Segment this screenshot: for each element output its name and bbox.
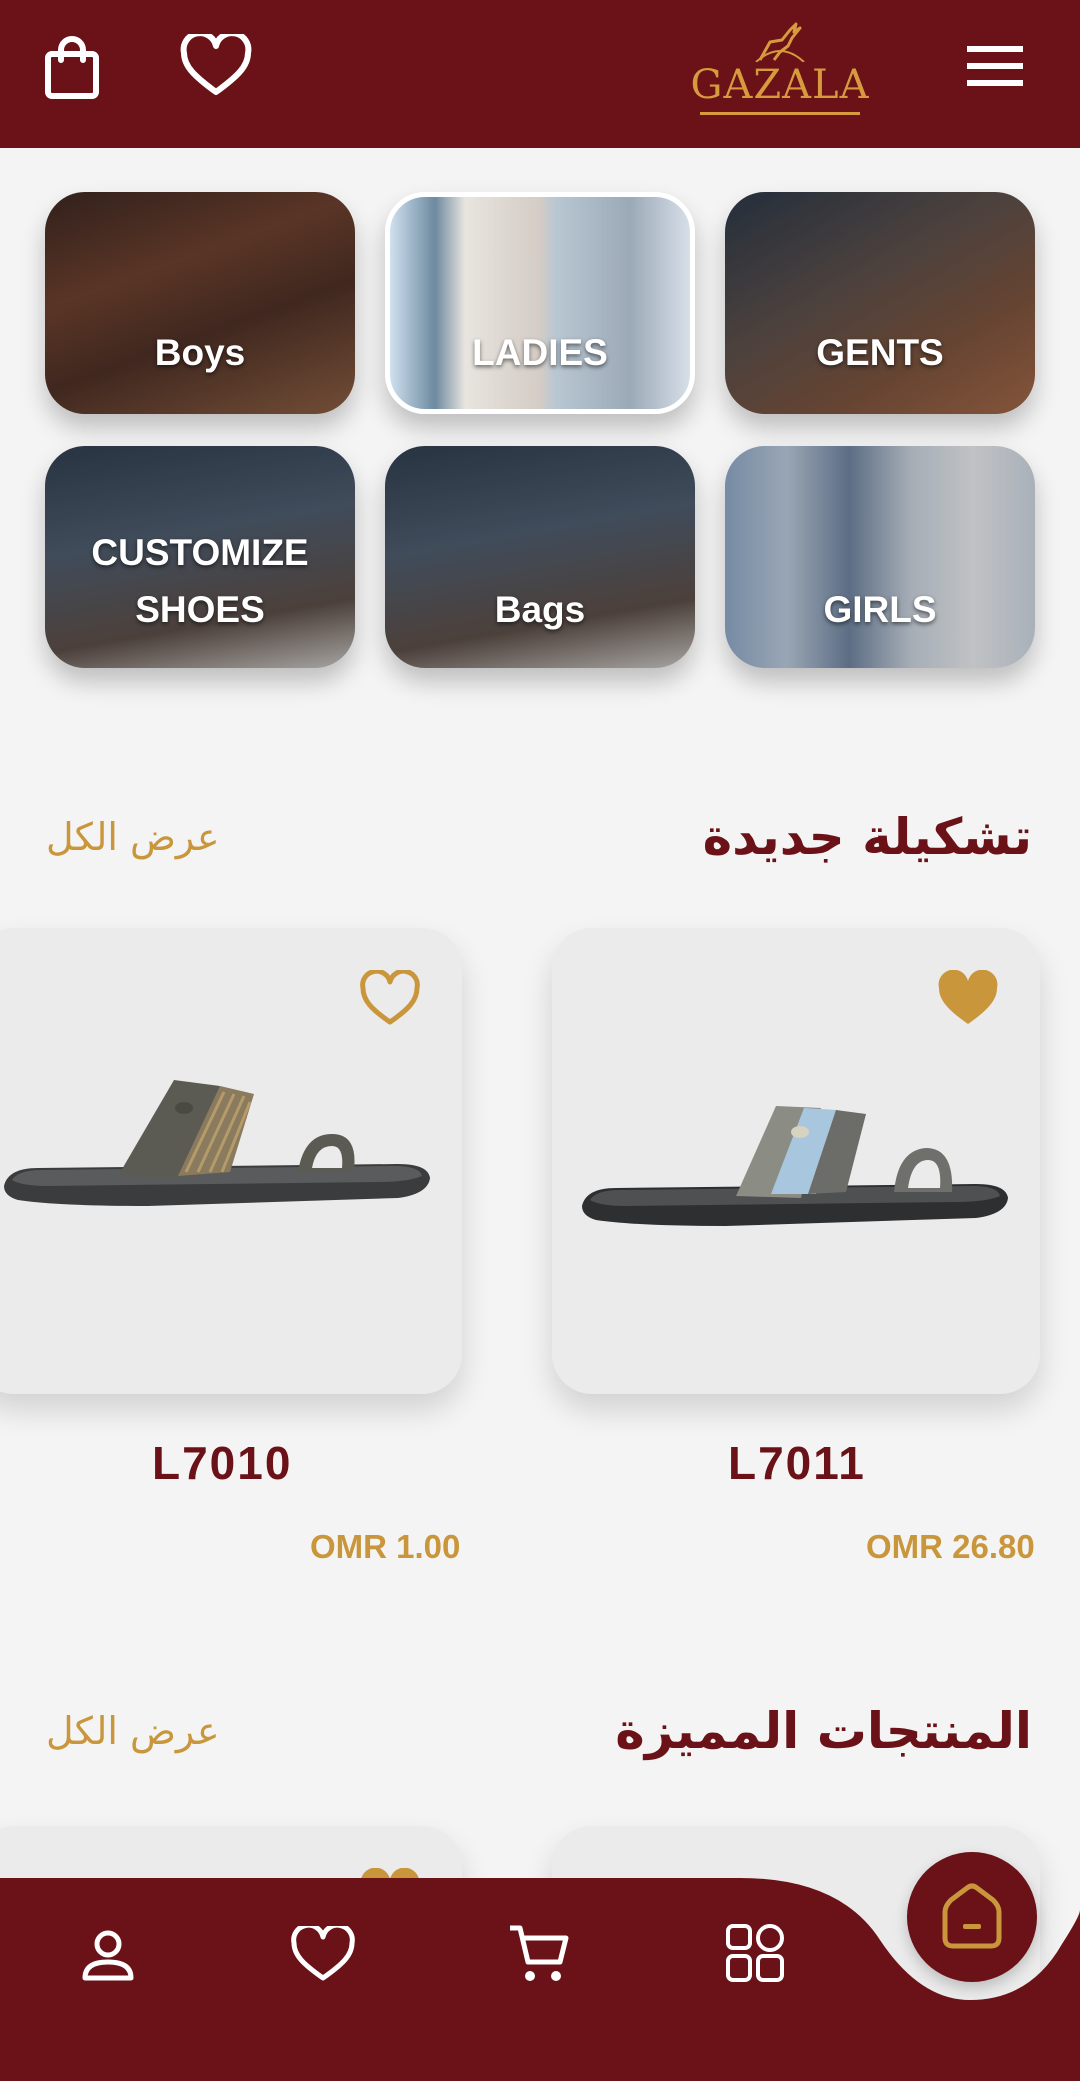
category-girls[interactable]: GIRLS — [725, 446, 1035, 668]
heart-outline-icon[interactable] — [358, 970, 422, 1028]
category-label: Bags — [494, 589, 586, 630]
home-button[interactable] — [907, 1852, 1037, 1982]
hamburger-menu-icon[interactable] — [965, 44, 1025, 88]
category-gents[interactable]: GENTS — [725, 192, 1035, 414]
category-label-line2: SHOES — [135, 589, 265, 630]
account-icon[interactable] — [80, 1928, 136, 1984]
category-label: Boys — [154, 332, 246, 373]
logo-underline — [700, 112, 860, 115]
cart-icon[interactable] — [508, 1924, 570, 1984]
category-label-line1: CUSTOMIZE — [91, 532, 309, 573]
category-bags[interactable]: Bags — [385, 446, 695, 668]
product-price: OMR 26.80 — [866, 1528, 1035, 1565]
shopping-bag-icon[interactable] — [42, 36, 102, 100]
categories-icon[interactable] — [724, 1922, 786, 1984]
heart-icon[interactable] — [180, 34, 252, 98]
product-card-l7010[interactable] — [0, 928, 462, 1394]
new-collection-view-all-link[interactable]: عرض الكل — [46, 815, 220, 859]
logo-text: GAZALA — [690, 62, 870, 108]
home-icon — [942, 1883, 1002, 1949]
category-ladies[interactable]: LADIES — [385, 192, 695, 414]
product-card-l7011[interactable] — [552, 928, 1040, 1394]
product-image — [582, 1106, 1008, 1226]
gazelle-icon — [755, 22, 805, 62]
product-name: L7010 — [152, 1437, 293, 1489]
category-customize-shoes[interactable]: CUSTOMIZE SHOES — [45, 446, 355, 668]
gazala-logo[interactable]: GAZALA — [690, 18, 870, 128]
featured-products-title: المنتجات المميزة — [615, 1702, 1032, 1760]
product-name: L7011 — [728, 1437, 866, 1489]
product-price: OMR 1.00 — [310, 1528, 461, 1565]
category-label: GENTS — [816, 332, 944, 373]
heart-filled-icon[interactable] — [936, 970, 1000, 1028]
category-label: LADIES — [472, 332, 608, 373]
featured-view-all-link[interactable]: عرض الكل — [46, 1709, 220, 1753]
favorites-icon[interactable] — [290, 1926, 356, 1984]
new-collection-title: تشكيلة جديدة — [702, 808, 1032, 866]
top-app-bar: GAZALA — [0, 0, 1080, 148]
category-label: GIRLS — [823, 589, 937, 630]
category-boys[interactable]: Boys — [45, 192, 355, 414]
product-image — [4, 1080, 430, 1206]
